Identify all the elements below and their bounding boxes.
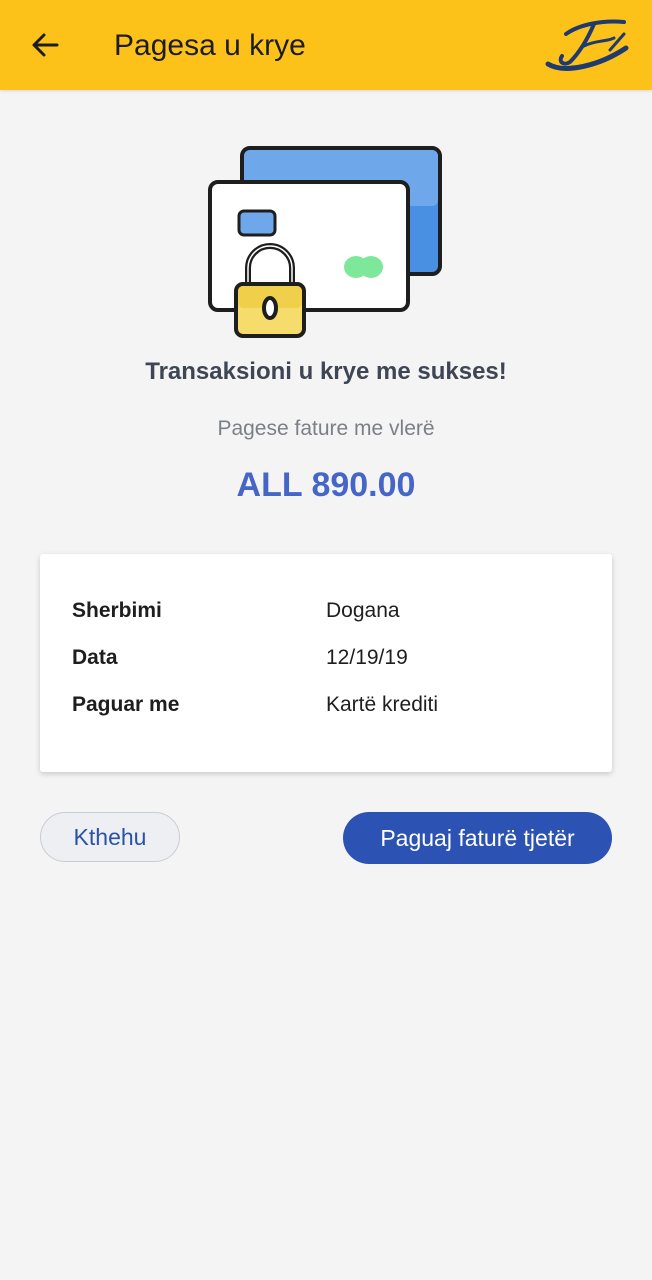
detail-label: Paguar me	[72, 693, 180, 716]
page-title: Pagesa u krye	[114, 29, 306, 62]
pay-another-bill-button[interactable]: Paguaj faturë tjetër	[343, 812, 612, 864]
detail-value: 12/19/19	[326, 646, 408, 669]
back-button[interactable]	[22, 22, 68, 68]
brand-logo-icon	[545, 19, 629, 71]
back-action-button[interactable]: Kthehu	[40, 812, 180, 862]
detail-value: Dogana	[326, 599, 400, 622]
app-header: Pagesa u krye	[0, 0, 652, 90]
detail-row-service: Sherbimi Dogana	[72, 596, 592, 626]
detail-label: Data	[72, 646, 118, 669]
detail-value: Kartë krediti	[326, 693, 439, 716]
credit-cards-lock-icon	[208, 146, 442, 338]
app-screen: Pagesa u krye Transaksioni u krye me suk…	[0, 0, 652, 1280]
success-title: Transaksioni u krye me sukses!	[145, 358, 507, 385]
payment-amount: ALL 890.00	[236, 466, 416, 504]
detail-label: Sherbimi	[72, 599, 162, 622]
arrow-left-icon	[32, 33, 59, 57]
detail-row-payment-method: Paguar me Kartë krediti	[72, 690, 592, 720]
payment-subtitle: Pagese fature me vlerë	[217, 417, 435, 440]
transaction-details-card: Sherbimi Dogana Data 12/19/19 Paguar me …	[40, 554, 612, 772]
detail-row-date: Data 12/19/19	[72, 643, 592, 673]
